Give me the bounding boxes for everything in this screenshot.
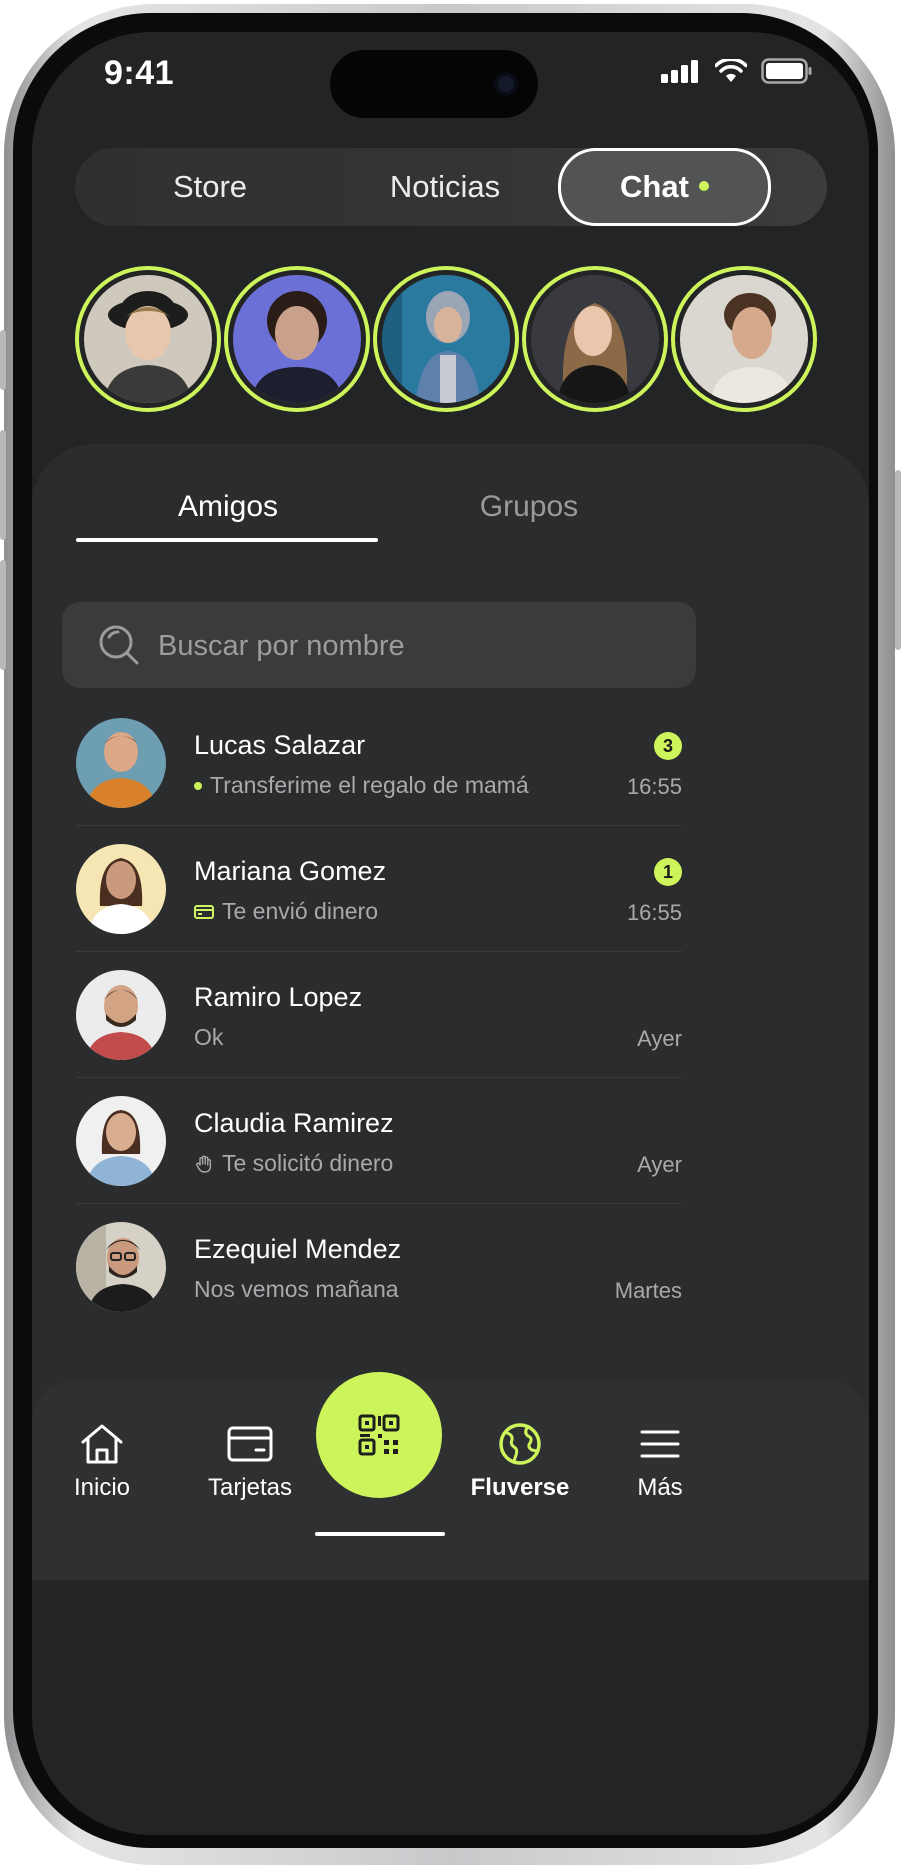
home-icon bbox=[81, 1424, 123, 1464]
subtab-grupos[interactable]: Grupos bbox=[379, 490, 679, 524]
unread-dot-icon bbox=[194, 781, 202, 790]
avatar bbox=[84, 275, 212, 403]
message-text: Te solicitó dinero bbox=[222, 1150, 394, 1176]
story-avatar[interactable] bbox=[522, 266, 668, 412]
message-text: Nos vemos mañana bbox=[194, 1276, 399, 1302]
stories-row bbox=[75, 266, 869, 412]
status-time: 9:41 bbox=[104, 54, 175, 92]
message-time: 16:55 bbox=[626, 774, 682, 799]
avatar bbox=[76, 970, 166, 1060]
contact-name: Mariana Gomez bbox=[194, 856, 387, 886]
tab-store-label: Store bbox=[172, 169, 248, 204]
camera-icon bbox=[494, 72, 518, 96]
power-button bbox=[895, 470, 901, 650]
message-text: Ok bbox=[194, 1024, 224, 1050]
nav-inicio[interactable]: Inicio bbox=[32, 1422, 172, 1502]
contact-name: Lucas Salazar bbox=[194, 730, 366, 760]
avatar bbox=[76, 1222, 166, 1312]
tab-store[interactable]: Store bbox=[115, 148, 305, 226]
globe-icon bbox=[499, 1423, 541, 1465]
nav-mas-label: Más bbox=[637, 1474, 683, 1501]
signal-icon bbox=[661, 60, 698, 83]
menu-icon bbox=[640, 1430, 680, 1458]
chat-panel: Amigos Grupos Buscar por nombre Lucas Sa… bbox=[32, 444, 869, 1444]
contact-name: Claudia Ramirez bbox=[194, 1108, 394, 1138]
last-message: Te envió dinero bbox=[194, 898, 378, 925]
search-input[interactable] bbox=[156, 602, 660, 690]
mute-switch bbox=[0, 330, 6, 390]
contact-name: Ramiro Lopez bbox=[194, 982, 363, 1012]
dynamic-island bbox=[330, 50, 538, 118]
nav-mas[interactable]: Más bbox=[590, 1422, 730, 1502]
nav-fluverse[interactable]: Fluverse bbox=[450, 1422, 590, 1502]
chat-row[interactable]: Ezequiel Mendez Nos vemos mañana Martes bbox=[76, 1204, 682, 1329]
status-icons bbox=[661, 58, 813, 84]
last-message: Transferime el regalo de mamá bbox=[194, 772, 529, 799]
story-avatar[interactable] bbox=[224, 266, 370, 412]
avatar bbox=[76, 1096, 166, 1186]
search-bar bbox=[62, 602, 696, 690]
message-text: Transferime el regalo de mamá bbox=[210, 772, 529, 798]
avatar bbox=[382, 275, 510, 403]
chat-row[interactable]: Claudia Ramirez Te solicitó dinero Ayer bbox=[76, 1078, 682, 1204]
home-indicator[interactable] bbox=[315, 1532, 445, 1536]
tab-noticias[interactable]: Noticias bbox=[330, 148, 560, 226]
avatar bbox=[680, 275, 808, 403]
qr-icon bbox=[358, 1414, 400, 1456]
last-message: Nos vemos mañana bbox=[194, 1276, 399, 1303]
contact-name: Ezequiel Mendez bbox=[194, 1234, 402, 1264]
card-icon bbox=[194, 904, 214, 919]
chat-list: Lucas Salazar Transferime el regalo de m… bbox=[76, 700, 682, 1329]
unread-badge: 1 bbox=[654, 858, 682, 886]
nav-fluverse-label: Fluverse bbox=[470, 1474, 570, 1501]
message-time: Ayer bbox=[637, 1152, 682, 1177]
tab-chat[interactable]: Chat bbox=[558, 148, 771, 226]
message-text: Te envió dinero bbox=[222, 898, 378, 924]
story-avatar[interactable] bbox=[75, 266, 221, 412]
volume-up-button bbox=[0, 430, 6, 540]
chat-row[interactable]: Lucas Salazar Transferime el regalo de m… bbox=[76, 700, 682, 826]
card-icon bbox=[227, 1426, 273, 1462]
avatar bbox=[76, 844, 166, 934]
bottom-nav: Inicio Tarjetas Fluverse Más bbox=[32, 1372, 869, 1580]
subtab-amigos[interactable]: Amigos bbox=[78, 490, 378, 524]
tab-chat-label: Chat bbox=[620, 169, 689, 204]
story-avatar[interactable] bbox=[373, 266, 519, 412]
last-message: Ok bbox=[194, 1024, 223, 1051]
chat-indicator-dot bbox=[698, 180, 709, 191]
nav-inicio-label: Inicio bbox=[73, 1474, 131, 1501]
story-avatar[interactable] bbox=[671, 266, 817, 412]
search-icon bbox=[99, 625, 139, 665]
chat-row[interactable]: Mariana Gomez Te envió dinero 1 16:55 bbox=[76, 826, 682, 952]
avatar bbox=[233, 275, 361, 403]
message-time: Martes bbox=[614, 1278, 682, 1303]
nav-tarjetas[interactable]: Tarjetas bbox=[180, 1422, 320, 1502]
avatar bbox=[76, 718, 166, 808]
message-time: 16:55 bbox=[626, 900, 682, 925]
nav-tarjetas-label: Tarjetas bbox=[207, 1474, 293, 1501]
qr-scan-button[interactable] bbox=[316, 1372, 442, 1498]
chat-row[interactable]: Ramiro Lopez Ok Ayer bbox=[76, 952, 682, 1078]
message-time: Ayer bbox=[637, 1026, 682, 1051]
volume-down-button bbox=[0, 560, 6, 670]
unread-badge: 3 bbox=[654, 732, 682, 760]
wifi-icon bbox=[715, 59, 747, 82]
top-tab-bar: Store Noticias Chat bbox=[75, 148, 827, 226]
last-message: Te solicitó dinero bbox=[194, 1150, 393, 1177]
battery-icon bbox=[761, 58, 812, 84]
avatar bbox=[531, 275, 659, 403]
phone-screen: 9:41 Store Noticias Chat Amigos Grupos B… bbox=[32, 32, 869, 1835]
tab-noticias-label: Noticias bbox=[389, 169, 501, 204]
hand-icon bbox=[196, 1155, 212, 1173]
subtab-underline bbox=[76, 538, 378, 542]
